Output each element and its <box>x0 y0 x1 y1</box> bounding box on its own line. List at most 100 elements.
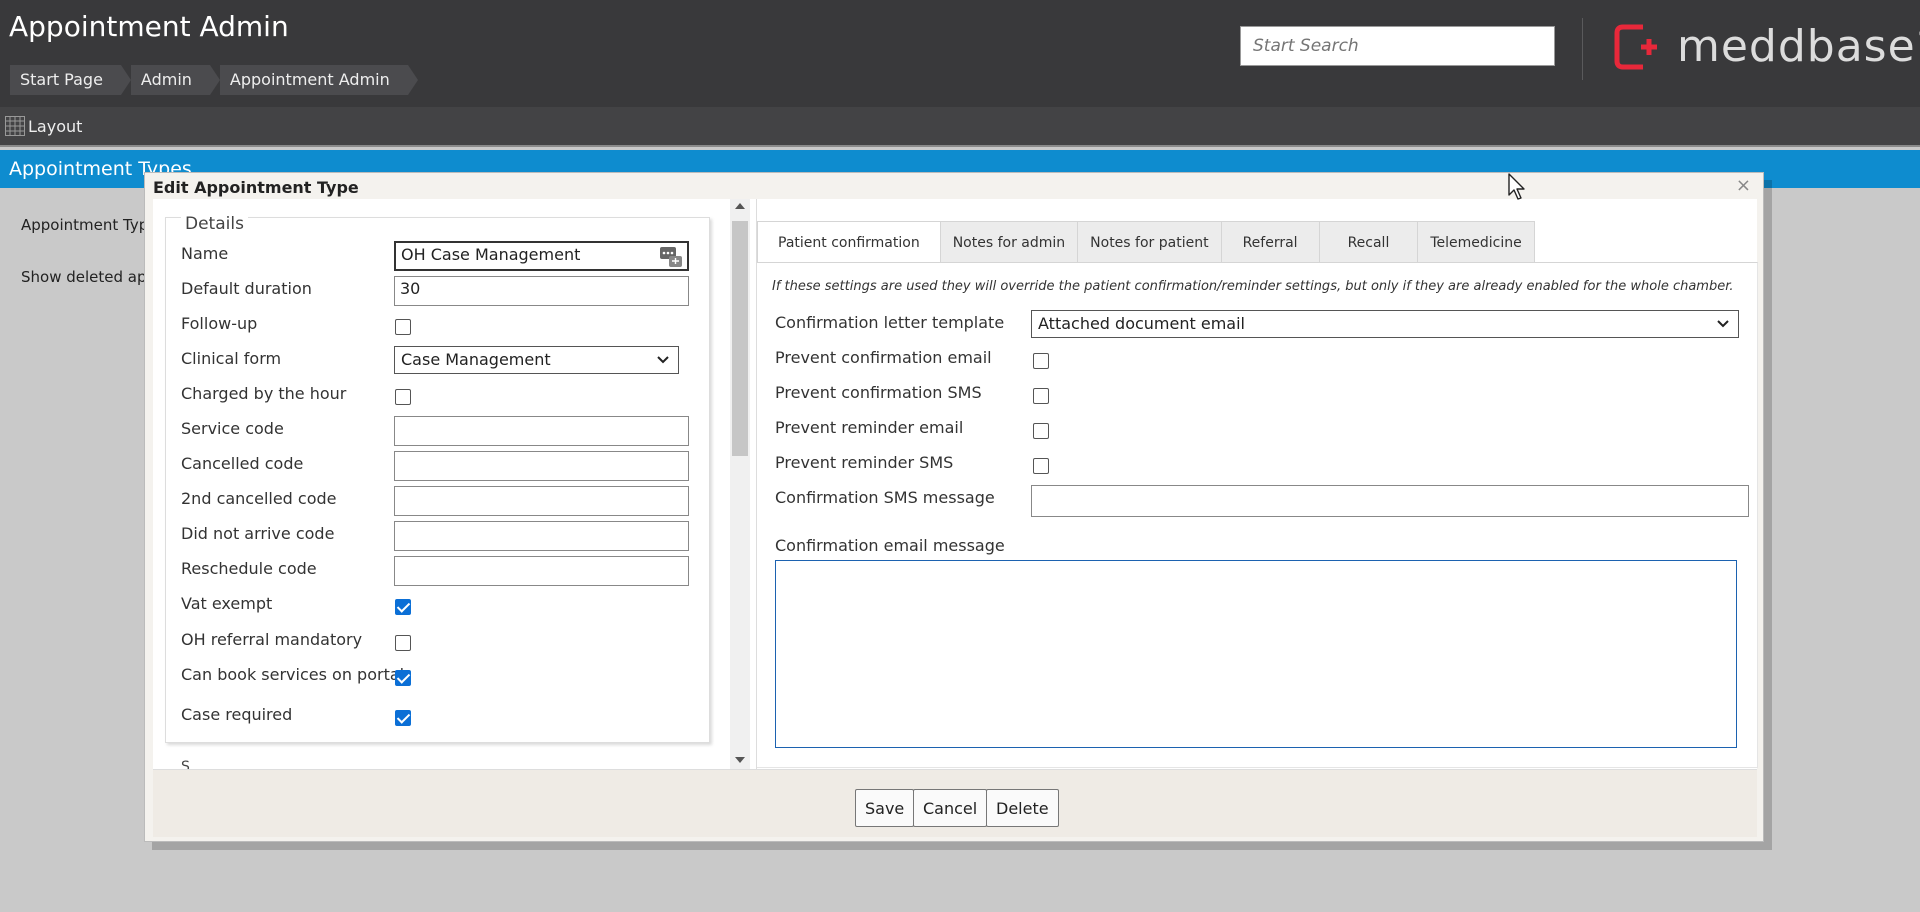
tab-patient-confirmation[interactable]: Patient confirmation <box>757 221 941 263</box>
clinical-form-row: Clinical form Case Management <box>181 346 701 378</box>
prevent-sms-checkbox[interactable] <box>1033 388 1049 404</box>
scrollbar-thumb[interactable] <box>732 221 748 456</box>
search-input[interactable] <box>1240 26 1555 66</box>
oh-referral-label: OH referral mandatory <box>181 630 363 649</box>
prevent-reminder-sms-label: Prevent reminder SMS <box>775 453 954 472</box>
charged-by-hour-label: Charged by the hour <box>181 384 347 403</box>
oh-referral-checkbox[interactable] <box>395 635 411 651</box>
breadcrumb-appointment-admin[interactable]: Appointment Admin <box>219 65 418 95</box>
default-duration-value: 30 <box>400 279 421 298</box>
breadcrumb-start-page[interactable]: Start Page <box>10 65 131 95</box>
default-duration-label: Default duration <box>181 279 312 298</box>
book-portal-row: Can book services on portal <box>181 662 701 694</box>
layout-toolbar: Layout <box>0 107 1920 145</box>
layout-button[interactable]: Layout <box>28 117 82 136</box>
brand-logo: meddbase ® <box>1613 22 1920 72</box>
cancelled-code-row: Cancelled code <box>181 451 701 483</box>
letter-template-label: Confirmation letter template <box>775 313 1005 332</box>
chevron-down-icon <box>657 356 669 364</box>
name-field[interactable]: OH Case Management <box>394 241 689 271</box>
oh-referral-row: OH referral mandatory <box>181 627 701 659</box>
default-duration-row: Default duration 30 <box>181 276 701 308</box>
brand-name: meddbase <box>1677 21 1916 72</box>
second-cancelled-code-input[interactable] <box>394 486 689 516</box>
dialog-title: Edit Appointment Type <box>153 178 359 197</box>
email-message-textarea[interactable] <box>775 560 1737 748</box>
letter-template-row: Confirmation letter template Attached do… <box>775 310 1739 342</box>
reschedule-code-input[interactable] <box>394 556 689 586</box>
book-portal-checkbox[interactable] <box>395 670 411 686</box>
second-cancelled-code-label: 2nd cancelled code <box>181 489 337 508</box>
did-not-arrive-code-row: Did not arrive code <box>181 521 701 553</box>
tab-notes-for-admin[interactable]: Notes for admin <box>939 221 1079 263</box>
appointment-type-filter-label: Appointment Type <box>21 216 158 234</box>
save-button[interactable]: Save <box>855 789 915 827</box>
cancelled-code-label: Cancelled code <box>181 454 304 473</box>
name-row: Name OH Case Management <box>181 241 701 273</box>
name-label: Name <box>181 244 229 263</box>
letter-template-select[interactable]: Attached document email <box>1031 310 1739 338</box>
breadcrumb-admin[interactable]: Admin <box>130 65 220 95</box>
case-required-label: Case required <box>181 705 293 724</box>
did-not-arrive-code-label: Did not arrive code <box>181 524 335 543</box>
reschedule-code-label: Reschedule code <box>181 559 317 578</box>
name-value: OH Case Management <box>401 245 581 264</box>
tab-notes-for-patient[interactable]: Notes for patient <box>1077 221 1222 263</box>
service-code-input[interactable] <box>394 416 689 446</box>
prevent-email-label: Prevent confirmation email <box>775 348 992 367</box>
email-message-label: Confirmation email message <box>775 536 1005 555</box>
charged-by-hour-checkbox[interactable] <box>395 389 411 405</box>
tab-referral[interactable]: Referral <box>1220 221 1320 263</box>
follow-up-checkbox[interactable] <box>395 319 411 335</box>
scroll-up-icon[interactable] <box>735 203 745 209</box>
close-icon[interactable]: × <box>1736 175 1751 196</box>
prevent-email-checkbox[interactable] <box>1033 353 1049 369</box>
case-required-checkbox[interactable] <box>395 710 411 726</box>
sms-message-row: Confirmation SMS message <box>775 485 1749 517</box>
page-title: Appointment Admin <box>9 10 289 43</box>
sms-message-input[interactable] <box>1031 485 1749 517</box>
prevent-reminder-email-label: Prevent reminder email <box>775 418 964 437</box>
prevent-reminder-sms-checkbox[interactable] <box>1033 458 1049 474</box>
clinical-form-label: Clinical form <box>181 349 282 368</box>
did-not-arrive-code-input[interactable] <box>394 521 689 551</box>
delete-button[interactable]: Delete <box>986 789 1059 827</box>
service-code-row: Service code <box>181 416 701 448</box>
edit-appointment-type-dialog: Edit Appointment Type × Details Name OH … <box>144 172 1764 842</box>
prevent-reminder-sms-row: Prevent reminder SMS <box>775 450 1735 482</box>
details-scrollbar[interactable] <box>730 199 750 769</box>
default-duration-field[interactable]: 30 <box>394 276 689 306</box>
letter-template-value: Attached document email <box>1038 314 1245 333</box>
reschedule-code-row: Reschedule code <box>181 556 701 588</box>
prevent-reminder-email-row: Prevent reminder email <box>775 415 1735 447</box>
prevent-sms-row: Prevent confirmation SMS <box>775 380 1735 412</box>
dialog-body: Details Name OH Case Management Default … <box>153 199 1758 769</box>
translate-icon[interactable] <box>659 246 683 268</box>
prevent-sms-label: Prevent confirmation SMS <box>775 383 982 402</box>
prevent-reminder-email-checkbox[interactable] <box>1033 423 1049 439</box>
clinical-form-select[interactable]: Case Management <box>394 346 679 374</box>
scroll-down-icon[interactable] <box>735 757 745 763</box>
second-cancelled-code-row: 2nd cancelled code <box>181 486 701 518</box>
details-pane: Details Name OH Case Management Default … <box>153 199 730 769</box>
sms-message-label: Confirmation SMS message <box>775 488 995 507</box>
clinical-form-value: Case Management <box>401 350 551 369</box>
case-required-row: Case required <box>181 702 701 734</box>
vat-exempt-checkbox[interactable] <box>395 599 411 615</box>
patient-confirmation-panel: If these settings are used they will ove… <box>757 262 1758 768</box>
chevron-down-icon <box>1717 320 1729 328</box>
grid-icon[interactable] <box>5 116 25 136</box>
settings-tabs: Patient confirmation Notes for admin Not… <box>757 221 1535 263</box>
next-section-label: S <box>181 759 190 769</box>
override-info-text: If these settings are used they will ove… <box>772 279 1734 294</box>
mouse-cursor-icon <box>1508 173 1525 200</box>
follow-up-row: Follow-up <box>181 311 701 343</box>
toolbar-divider <box>0 145 1920 147</box>
cancelled-code-input[interactable] <box>394 451 689 481</box>
dialog-footer: Save Cancel Delete <box>153 769 1757 837</box>
cancel-button[interactable]: Cancel <box>913 789 988 827</box>
tab-telemedicine[interactable]: Telemedicine <box>1417 221 1535 263</box>
tab-recall[interactable]: Recall <box>1318 221 1419 263</box>
follow-up-label: Follow-up <box>181 314 258 333</box>
details-legend: Details <box>181 214 248 234</box>
